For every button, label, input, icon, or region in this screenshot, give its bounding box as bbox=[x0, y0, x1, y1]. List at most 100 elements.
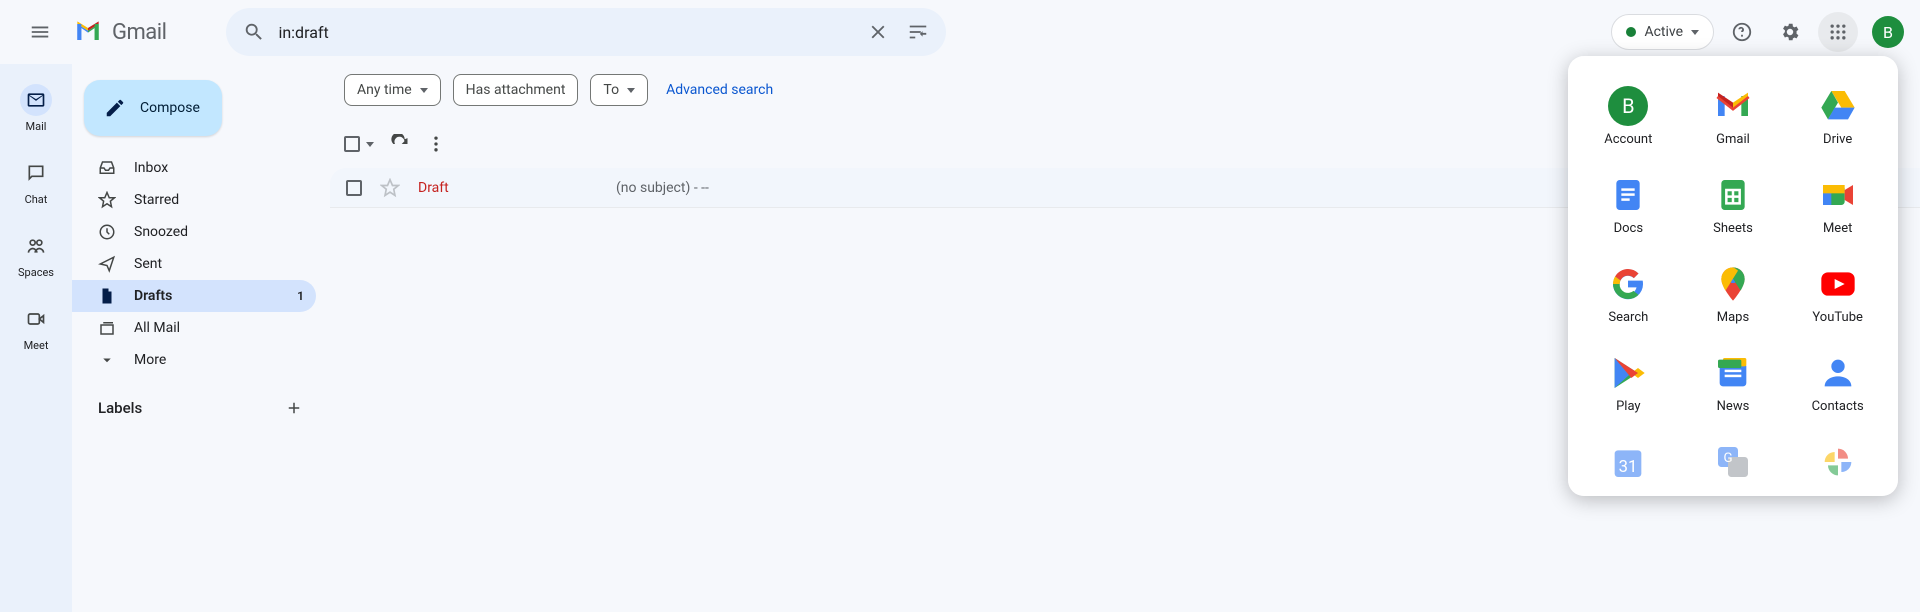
rail-item-spaces[interactable]: Spaces bbox=[0, 226, 72, 283]
app-tile-drive[interactable]: Drive bbox=[1787, 76, 1888, 157]
docs-icon bbox=[1608, 175, 1648, 215]
rail-item-mail[interactable]: Mail bbox=[0, 80, 72, 137]
add-label-button[interactable] bbox=[280, 394, 308, 422]
subject-text: (no subject) bbox=[616, 180, 690, 196]
gmail-icon bbox=[1713, 86, 1753, 126]
rail-label: Spaces bbox=[18, 266, 54, 279]
app-label: YouTube bbox=[1812, 310, 1863, 325]
nav-label: Inbox bbox=[134, 160, 168, 176]
checkbox-icon bbox=[344, 136, 360, 152]
nav-drafts[interactable]: Drafts 1 bbox=[72, 280, 316, 312]
app-tile-news[interactable]: News bbox=[1683, 343, 1784, 424]
status-label: Active bbox=[1644, 24, 1683, 40]
row-checkbox[interactable] bbox=[346, 180, 362, 196]
sheets-icon bbox=[1713, 175, 1753, 215]
google-apps-button[interactable] bbox=[1818, 12, 1858, 52]
send-icon bbox=[98, 255, 116, 273]
plus-icon bbox=[285, 399, 303, 417]
gmail-logo[interactable]: Gmail bbox=[72, 16, 166, 48]
nav-allmail[interactable]: All Mail bbox=[72, 312, 316, 344]
inbox-icon bbox=[98, 159, 116, 177]
app-label: Contacts bbox=[1812, 399, 1864, 414]
clear-search-button[interactable] bbox=[858, 12, 898, 52]
app-tile-meet[interactable]: Meet bbox=[1787, 165, 1888, 246]
nav-inbox[interactable]: Inbox bbox=[72, 152, 316, 184]
nav-label: Starred bbox=[134, 192, 179, 208]
left-rail: Mail Chat Spaces Meet bbox=[0, 64, 72, 612]
chip-any-time[interactable]: Any time bbox=[344, 74, 441, 106]
more-button[interactable] bbox=[426, 134, 446, 154]
rail-label: Chat bbox=[25, 193, 48, 206]
app-tile-gmail[interactable]: Gmail bbox=[1683, 76, 1784, 157]
app-tile-youtube[interactable]: YouTube bbox=[1787, 254, 1888, 335]
photos-icon bbox=[1818, 442, 1858, 482]
maps-icon bbox=[1713, 264, 1753, 304]
star-icon bbox=[98, 191, 116, 209]
app-tile-maps[interactable]: Maps bbox=[1683, 254, 1784, 335]
app-tile-contacts[interactable]: Contacts bbox=[1787, 343, 1888, 424]
rail-item-chat[interactable]: Chat bbox=[0, 153, 72, 210]
gsearch-icon bbox=[1608, 264, 1648, 304]
youtube-icon bbox=[1818, 264, 1858, 304]
app-tile-account[interactable]: B Account bbox=[1578, 76, 1679, 157]
message-subject: (no subject) - -- bbox=[616, 180, 709, 196]
refresh-icon bbox=[390, 134, 410, 154]
nav-label: More bbox=[134, 352, 166, 368]
account-avatar[interactable]: B bbox=[1872, 16, 1904, 48]
app-label: Drive bbox=[1823, 132, 1852, 147]
app-tile-play[interactable]: Play bbox=[1578, 343, 1679, 424]
select-all[interactable] bbox=[344, 136, 374, 152]
nav-starred[interactable]: Starred bbox=[72, 184, 316, 216]
app-tile-sheets[interactable]: Sheets bbox=[1683, 165, 1784, 246]
help-icon bbox=[1731, 21, 1753, 43]
nav-sent[interactable]: Sent bbox=[72, 248, 316, 280]
chevron-down-icon bbox=[627, 88, 635, 93]
advanced-search-link[interactable]: Advanced search bbox=[666, 82, 773, 98]
search-options-button[interactable] bbox=[898, 12, 938, 52]
chip-has-attachment[interactable]: Has attachment bbox=[453, 74, 579, 106]
app-label: Sheets bbox=[1713, 221, 1753, 236]
app-tile-photos[interactable] bbox=[1787, 432, 1888, 492]
nav-snoozed[interactable]: Snoozed bbox=[72, 216, 316, 248]
draft-tag: Draft bbox=[418, 180, 598, 196]
nav-more[interactable]: More bbox=[72, 344, 316, 376]
search-input[interactable] bbox=[274, 23, 858, 42]
hamburger-icon bbox=[29, 21, 51, 43]
contacts-icon bbox=[1818, 353, 1858, 393]
more-vert-icon bbox=[426, 134, 446, 154]
app-tile-calendar[interactable]: 31 bbox=[1578, 432, 1679, 492]
search-button[interactable] bbox=[234, 12, 274, 52]
app-tile-translate[interactable]: G bbox=[1683, 432, 1784, 492]
chip-label: Has attachment bbox=[466, 82, 566, 98]
rail-label: Mail bbox=[26, 120, 47, 133]
compose-button[interactable]: Compose bbox=[84, 80, 222, 136]
gear-icon bbox=[1779, 21, 1801, 43]
settings-button[interactable] bbox=[1770, 12, 1810, 52]
chip-to[interactable]: To bbox=[590, 74, 648, 106]
apps-grid-icon bbox=[1828, 22, 1848, 42]
svg-text:G: G bbox=[1723, 451, 1732, 466]
stack-icon bbox=[98, 319, 116, 337]
search-bar bbox=[226, 8, 946, 56]
support-button[interactable] bbox=[1722, 12, 1762, 52]
product-name: Gmail bbox=[112, 20, 166, 45]
header: Gmail Active B bbox=[0, 0, 1920, 64]
svg-text:31: 31 bbox=[1619, 458, 1638, 477]
refresh-button[interactable] bbox=[390, 134, 410, 154]
nav-label: Drafts bbox=[134, 288, 172, 304]
main-menu-button[interactable] bbox=[16, 8, 64, 56]
snippet-text: - -- bbox=[694, 180, 709, 196]
star-icon[interactable] bbox=[380, 178, 400, 198]
header-right: Active B bbox=[1611, 12, 1904, 52]
app-tile-search[interactable]: Search bbox=[1578, 254, 1679, 335]
app-label: Docs bbox=[1614, 221, 1643, 236]
app-tile-docs[interactable]: Docs bbox=[1578, 165, 1679, 246]
account-icon: B bbox=[1608, 86, 1648, 126]
status-chip[interactable]: Active bbox=[1611, 14, 1714, 50]
drafts-count: 1 bbox=[297, 289, 304, 303]
search-icon bbox=[243, 21, 265, 43]
labels-header: Labels bbox=[72, 376, 328, 428]
rail-item-meet[interactable]: Meet bbox=[0, 299, 72, 356]
app-label: Maps bbox=[1717, 310, 1749, 325]
google-apps-menu: B Account Gmail Drive Docs Sheets Meet S… bbox=[1568, 56, 1898, 496]
